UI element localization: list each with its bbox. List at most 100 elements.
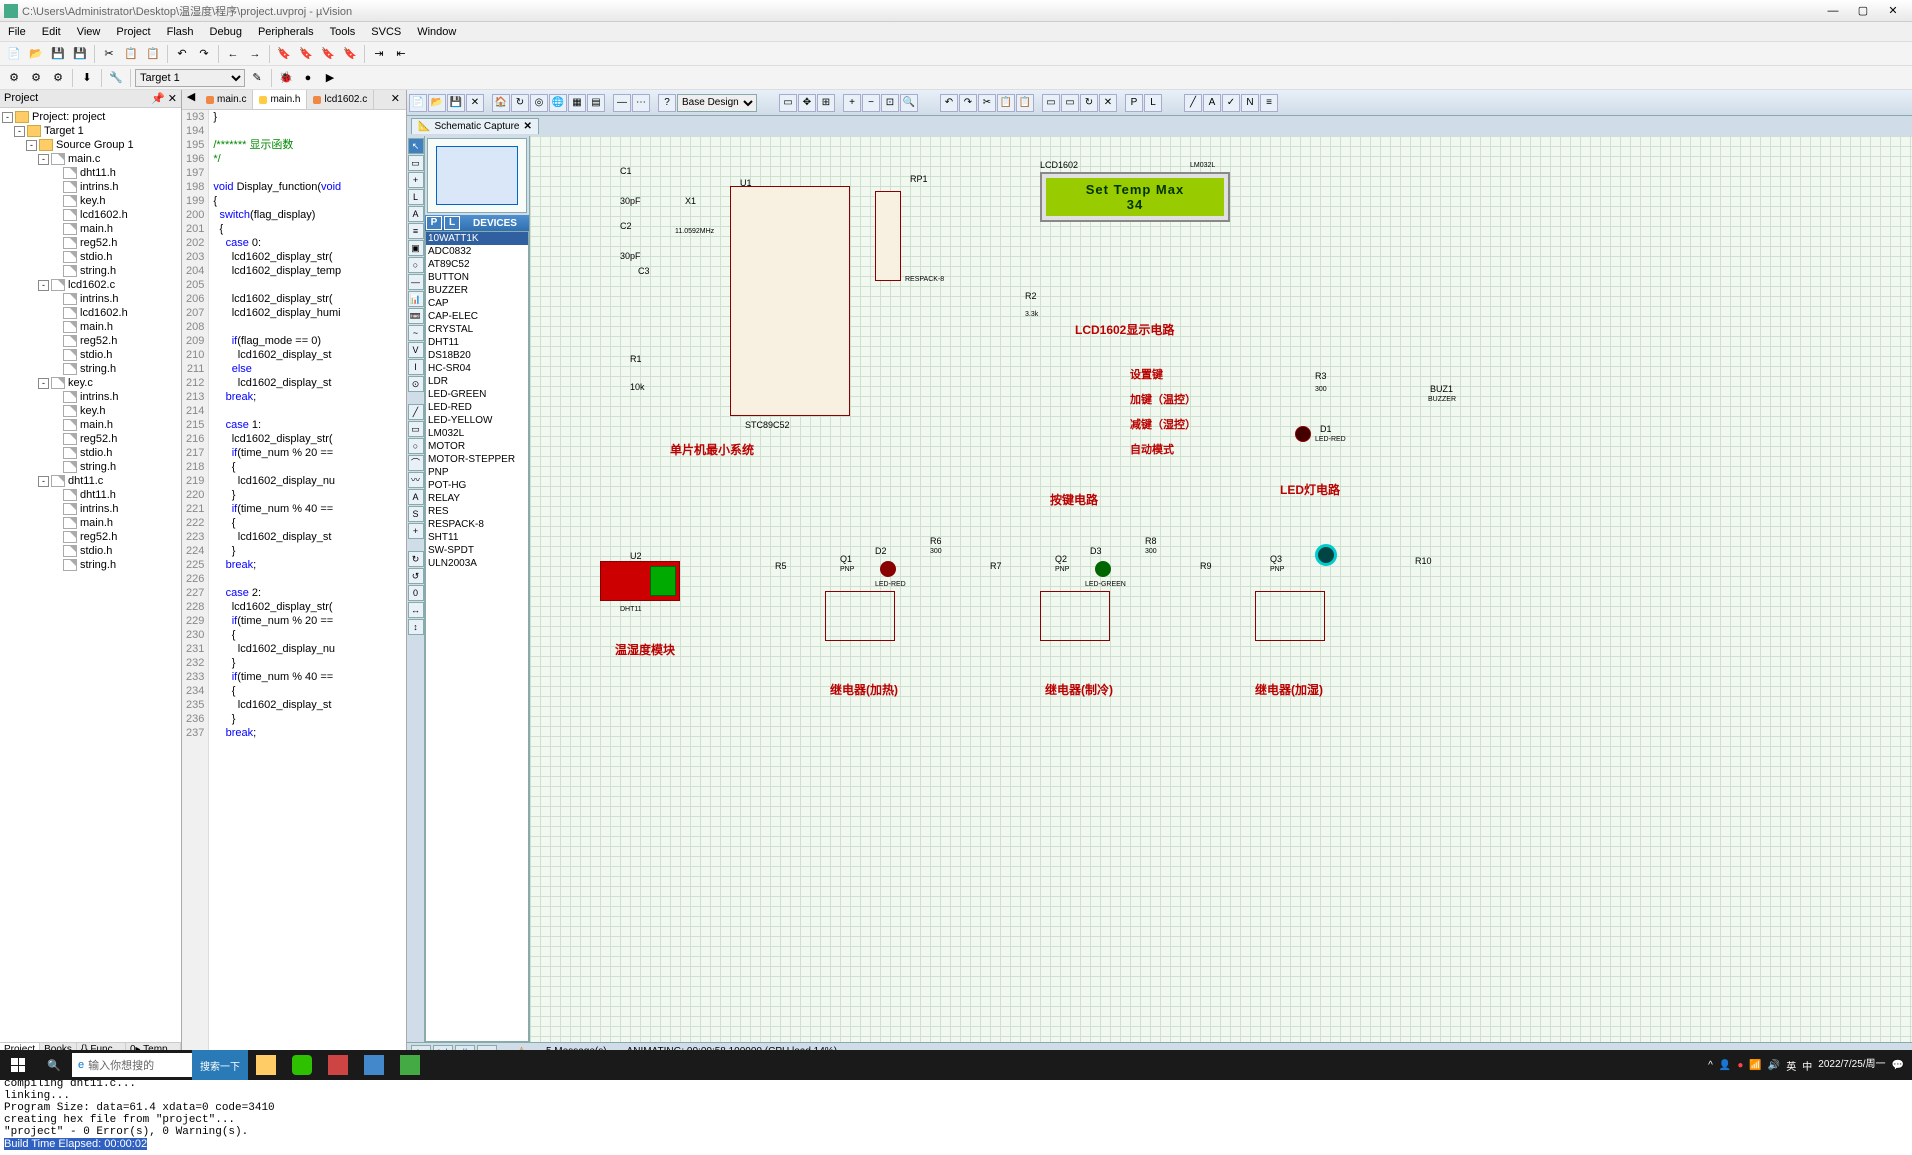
p-open-icon[interactable]: 📂 [428,94,446,112]
maximize-button[interactable]: ▢ [1848,2,1878,20]
run-icon[interactable]: ▶ [320,68,340,88]
tree-file-dht11-c[interactable]: -dht11.c [2,474,179,488]
symbol-tool[interactable]: S [408,506,424,522]
tray-people-icon[interactable]: 👤 [1719,1060,1731,1071]
search-go-button[interactable]: 搜索一下 [192,1050,248,1080]
p-home-icon[interactable]: 🏠 [492,94,510,112]
tray-record-icon[interactable]: ● [1737,1060,1743,1071]
flip-h-icon[interactable]: ↔ [408,602,424,618]
device-MOTOR-STEPPER[interactable]: MOTOR-STEPPER [426,453,528,466]
device-ADC0832[interactable]: ADC0832 [426,245,528,258]
tree-header-reg52-h[interactable]: reg52.h [2,236,179,250]
pick-button[interactable]: P [426,216,442,230]
p-help-icon[interactable]: ? [658,94,676,112]
close-button[interactable]: ✕ [1878,2,1908,20]
tree-header-string-h[interactable]: string.h [2,558,179,572]
menu-flash[interactable]: Flash [159,24,202,40]
tree-header-dht11-h[interactable]: dht11.h [2,166,179,180]
device-CAP[interactable]: CAP [426,297,528,310]
p-netlist-icon[interactable]: N [1241,94,1259,112]
relay2-led[interactable] [1095,561,1111,577]
download-icon[interactable]: ⬇ [77,68,97,88]
tree-header-reg52-h[interactable]: reg52.h [2,432,179,446]
subcircuit-tool[interactable]: ▣ [408,240,424,256]
component-tool[interactable]: ▭ [408,155,424,171]
p-refresh-icon[interactable]: ↻ [511,94,529,112]
p-erc-icon[interactable]: ✓ [1222,94,1240,112]
tree-header-main-h[interactable]: main.h [2,222,179,236]
target-select[interactable]: Target 1 [135,69,245,87]
tab-close-icon[interactable]: ✕ [524,121,532,132]
angle-input[interactable]: 0 [408,585,424,601]
breakpoint-icon[interactable]: ● [298,68,318,88]
code-tab-lcd1602-c[interactable]: lcd1602.c [307,90,374,109]
probe-i-tool[interactable]: I [408,359,424,375]
tree-file-main-c[interactable]: -main.c [2,152,179,166]
taskbar-wechat[interactable] [284,1050,320,1080]
menu-view[interactable]: View [69,24,109,40]
menu-tools[interactable]: Tools [322,24,364,40]
device-LED-GREEN[interactable]: LED-GREEN [426,388,528,401]
p-block-copy-icon[interactable]: ▭ [1042,94,1060,112]
schematic-tab[interactable]: 📐 Schematic Capture ✕ [411,118,539,134]
tree-header-stdio-h[interactable]: stdio.h [2,446,179,460]
p-move-icon[interactable]: ✥ [798,94,816,112]
code-tab-main-h[interactable]: main.h [253,90,307,109]
generator-tool[interactable]: ~ [408,325,424,341]
tree-header-string-h[interactable]: string.h [2,460,179,474]
taskbar-app2[interactable] [356,1050,392,1080]
schematic-canvas[interactable]: U1 STC89C52 单片机最小系统 C1 30pF C2 30pF X1 1… [530,136,1912,1042]
save-icon[interactable]: 💾 [48,44,68,64]
p-align-icon[interactable]: — [613,94,631,112]
respack[interactable] [875,191,901,281]
redo-icon[interactable]: ↷ [194,44,214,64]
manage-icon[interactable]: ✎ [247,68,267,88]
search-icon-button[interactable]: 🔍 [36,1050,72,1080]
p-zoomout-icon[interactable]: − [862,94,880,112]
device-CRYSTAL[interactable]: CRYSTAL [426,323,528,336]
text-tool[interactable]: A [408,206,424,222]
menu-project[interactable]: Project [108,24,158,40]
p-block-rot-icon[interactable]: ↻ [1080,94,1098,112]
menu-peripherals[interactable]: Peripherals [250,24,322,40]
p-block-move-icon[interactable]: ▭ [1061,94,1079,112]
tree-header-stdio-h[interactable]: stdio.h [2,348,179,362]
panel-pin-icon[interactable]: 📌 ✕ [151,92,177,105]
code-text[interactable]: }/******* 显示函数*/void Display_function(vo… [209,110,345,1060]
indent-icon[interactable]: ⇥ [369,44,389,64]
tree-header-main-h[interactable]: main.h [2,516,179,530]
tree-source-group[interactable]: -Source Group 1 [2,138,179,152]
relay-1[interactable] [825,591,895,641]
tree-header-reg52-h[interactable]: reg52.h [2,334,179,348]
box-tool[interactable]: ▭ [408,421,424,437]
p-pick-icon[interactable]: P [1125,94,1143,112]
p-cut-icon[interactable]: ✂ [978,94,996,112]
p-select-icon[interactable]: ▭ [779,94,797,112]
save-all-icon[interactable]: 💾 [70,44,90,64]
line-tool[interactable]: ╱ [408,404,424,420]
build-icon[interactable]: ⚙ [4,68,24,88]
device-AT89C52[interactable]: AT89C52 [426,258,528,271]
p-text-icon[interactable]: A [1203,94,1221,112]
design-select[interactable]: Base Design [677,94,757,112]
tree-header-intrins-h[interactable]: intrins.h [2,390,179,404]
p-globe-icon[interactable]: 🌐 [549,94,567,112]
tree-target[interactable]: -Target 1 [2,124,179,138]
taskbar-app3[interactable] [392,1050,428,1080]
led-d1[interactable] [1295,426,1311,442]
tree-header-main-h[interactable]: main.h [2,418,179,432]
taskbar-app1[interactable] [320,1050,356,1080]
tape-tool[interactable]: 📼 [408,308,424,324]
debug-icon[interactable]: 🐞 [276,68,296,88]
minimize-button[interactable]: — [1818,2,1848,20]
device-MOTOR[interactable]: MOTOR [426,440,528,453]
p-layer-icon[interactable]: ▤ [587,94,605,112]
p-zoomarea-icon[interactable]: 🔍 [900,94,918,112]
p-zoomin-icon[interactable]: + [843,94,861,112]
nav-fwd-icon[interactable]: → [245,44,265,64]
tree-header-stdio-h[interactable]: stdio.h [2,544,179,558]
relay3-motor[interactable] [1315,544,1337,566]
bookmark-prev-icon[interactable]: 🔖 [296,44,316,64]
text2-tool[interactable]: A [408,489,424,505]
tree-header-intrins-h[interactable]: intrins.h [2,292,179,306]
